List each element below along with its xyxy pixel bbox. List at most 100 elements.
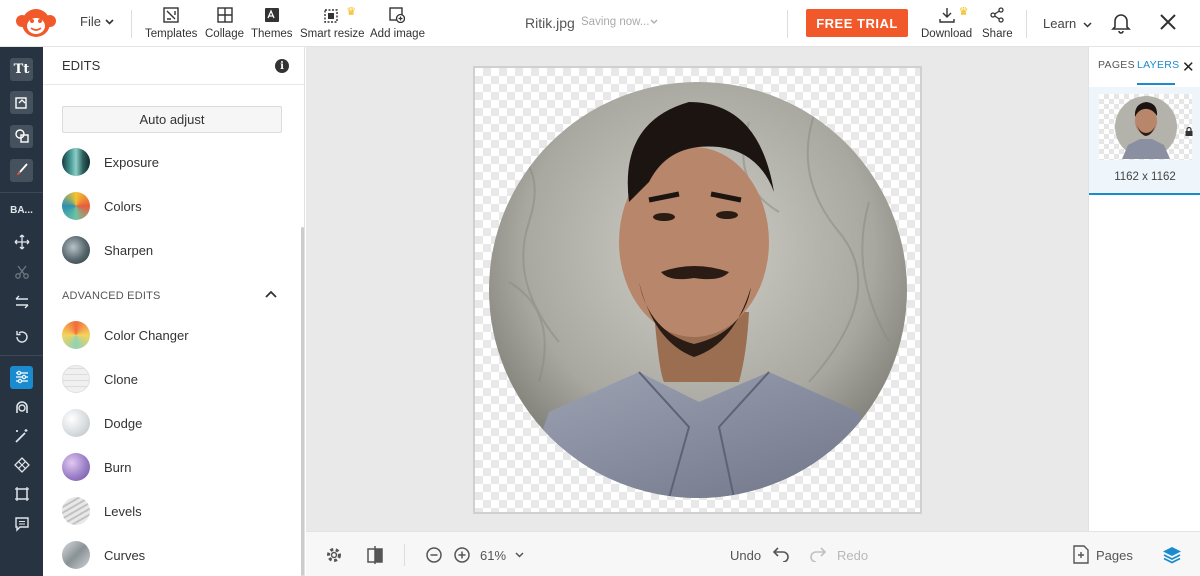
- layer-item[interactable]: 1162 x 1162: [1089, 87, 1200, 195]
- rail-text-tool[interactable]: Tt: [0, 54, 43, 84]
- rail-divider: [0, 192, 43, 193]
- edit-item-label: Dodge: [104, 415, 143, 431]
- rail-flip-tool[interactable]: [0, 287, 43, 317]
- zoom-in-icon[interactable]: [454, 547, 470, 563]
- levels-thumbnail: [62, 497, 90, 525]
- rail-cut-tool[interactable]: [0, 257, 43, 287]
- gear-icon[interactable]: [325, 546, 343, 564]
- zoom-level[interactable]: 61%: [480, 548, 506, 563]
- templates-button[interactable]: Templates: [145, 5, 197, 40]
- learn-menu[interactable]: Learn: [1043, 16, 1092, 31]
- edit-item-curves[interactable]: Curves: [62, 540, 145, 570]
- panel-scrollbar[interactable]: [301, 227, 304, 576]
- save-status: Saving now...: [581, 16, 650, 28]
- chevron-down-icon[interactable]: [650, 19, 658, 25]
- undo-icon[interactable]: [772, 546, 790, 562]
- zoom-out-icon[interactable]: [426, 547, 442, 563]
- info-icon[interactable]: i: [275, 59, 289, 73]
- rail-comments-tool[interactable]: [0, 509, 43, 539]
- templates-label: Templates: [145, 28, 198, 40]
- rail-basic-label: BA...: [10, 204, 33, 216]
- edit-item-colors[interactable]: Colors: [62, 191, 142, 221]
- paintbrush-icon: [16, 163, 28, 175]
- rail-move-tool[interactable]: [0, 227, 43, 257]
- chevron-down-icon: [1083, 22, 1092, 28]
- document-filename[interactable]: Ritik.jpg: [525, 15, 575, 31]
- burn-thumbnail: [62, 453, 90, 481]
- layers-panel: PAGES LAYERS ✕ 1162 x 1162: [1088, 47, 1200, 531]
- toolbar-divider: [131, 10, 132, 38]
- top-toolbar: File Templates Collage Themes ♛ Smart re…: [0, 0, 1200, 47]
- bottom-toolbar: 61% Undo Redo Pages: [306, 531, 1200, 576]
- tab-pages[interactable]: PAGES: [1098, 59, 1135, 71]
- edit-item-exposure[interactable]: Exposure: [62, 147, 159, 177]
- magic-wand-icon: [14, 429, 27, 443]
- edit-item-color-changer[interactable]: Color Changer: [62, 320, 189, 350]
- share-button[interactable]: Share: [982, 5, 1013, 40]
- collage-button[interactable]: Collage: [205, 5, 244, 40]
- redo-icon[interactable]: [809, 546, 827, 562]
- rail-basic-edits[interactable]: BA...: [0, 195, 43, 225]
- close-panel-icon[interactable]: ✕: [1182, 58, 1195, 76]
- canvas-frame[interactable]: [473, 66, 922, 514]
- toolbar-divider: [787, 10, 788, 38]
- bell-icon[interactable]: [1111, 12, 1131, 34]
- file-menu-label: File: [80, 14, 101, 29]
- compare-icon[interactable]: [367, 546, 383, 564]
- close-icon[interactable]: [1160, 14, 1176, 30]
- download-icon: [938, 8, 955, 23]
- rail-frames-tool[interactable]: [0, 479, 43, 509]
- face-icon: [15, 401, 28, 413]
- free-trial-button[interactable]: FREE TRIAL: [806, 9, 908, 37]
- templates-icon: [163, 7, 179, 23]
- rail-shapes-tool[interactable]: [0, 121, 43, 151]
- scissors-icon: [14, 265, 29, 279]
- chevron-up-icon[interactable]: [265, 290, 277, 298]
- active-tab-indicator: [1137, 83, 1175, 85]
- rail-textures-tool[interactable]: [0, 450, 43, 480]
- undo-label[interactable]: Undo: [730, 548, 761, 563]
- rail-graphics-tool[interactable]: [0, 87, 43, 117]
- dodge-thumbnail: [62, 409, 90, 437]
- smart-resize-button[interactable]: ♛ Smart resize: [300, 5, 365, 40]
- portrait-photo[interactable]: [489, 82, 907, 498]
- edit-item-label: Burn: [104, 459, 132, 475]
- redo-label[interactable]: Redo: [837, 548, 868, 563]
- edit-item-sharpen[interactable]: Sharpen: [62, 235, 153, 265]
- chevron-down-icon[interactable]: [515, 552, 524, 558]
- rail-rotate-tool[interactable]: [0, 322, 43, 352]
- edit-item-label: Sharpen: [104, 242, 154, 258]
- collage-label: Collage: [205, 28, 244, 40]
- toolbar-divider: [1026, 10, 1027, 38]
- add-page-icon[interactable]: [1073, 545, 1089, 564]
- pages-label[interactable]: Pages: [1096, 548, 1133, 563]
- rail-effects-tool[interactable]: [0, 421, 43, 451]
- file-menu[interactable]: File: [80, 14, 114, 29]
- comment-icon: [14, 517, 29, 532]
- edit-item-dodge[interactable]: Dodge: [62, 408, 142, 438]
- auto-adjust-button[interactable]: Auto adjust: [62, 106, 282, 133]
- sliders-icon: [15, 370, 28, 384]
- rail-adjustments-tool[interactable]: [0, 362, 43, 392]
- lock-icon[interactable]: [1185, 127, 1193, 136]
- edits-panel: EDITS i Auto adjust Exposure Colors Shar…: [43, 47, 305, 576]
- themes-button[interactable]: Themes: [251, 5, 293, 40]
- tab-layers[interactable]: LAYERS: [1137, 59, 1179, 71]
- left-tool-rail: Tt BA...: [0, 47, 43, 576]
- download-button[interactable]: ♛ Download: [921, 5, 972, 40]
- text-icon: Tt: [13, 61, 30, 77]
- colors-thumbnail: [62, 192, 90, 220]
- move-icon: [14, 234, 29, 250]
- edit-item-label: Levels: [104, 503, 142, 519]
- picmonkey-logo-icon[interactable]: [14, 7, 58, 39]
- edit-item-label: Exposure: [104, 154, 159, 170]
- edit-item-burn[interactable]: Burn: [62, 452, 131, 482]
- edit-item-label: Curves: [104, 547, 146, 563]
- edit-item-clone[interactable]: Clone: [62, 364, 138, 394]
- layers-icon[interactable]: [1162, 545, 1182, 565]
- add-image-button[interactable]: Add image: [370, 5, 425, 40]
- rail-paint-tool[interactable]: [0, 155, 43, 185]
- themes-icon: [264, 8, 279, 22]
- rail-touchup-tool[interactable]: [0, 392, 43, 422]
- edit-item-levels[interactable]: Levels: [62, 496, 142, 526]
